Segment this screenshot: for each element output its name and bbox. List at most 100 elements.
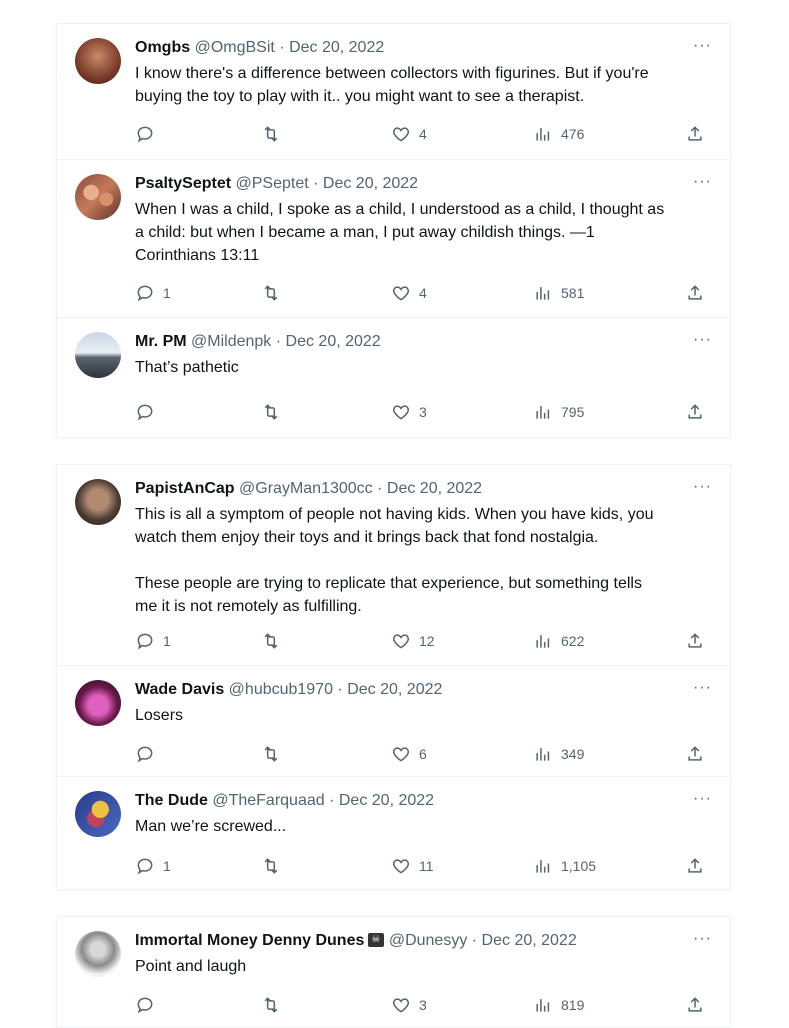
more-icon[interactable]: ··· [693, 678, 712, 698]
action-bar: 1 12 622 [135, 629, 710, 653]
share-button[interactable] [685, 400, 705, 424]
analytics-icon [536, 406, 550, 419]
tweet[interactable]: Mr. PM @Mildenpk · Dec 20, 2022 ··· That… [57, 317, 730, 438]
share-button[interactable] [685, 742, 705, 766]
avatar[interactable] [75, 791, 121, 837]
tweet-header: Immortal Money Denny Dunes @Dunesyy · De… [135, 931, 690, 951]
analytics-icon [536, 128, 550, 141]
retweet-button[interactable] [261, 122, 281, 146]
like-button[interactable]: 4 [391, 122, 427, 146]
share-button[interactable] [685, 281, 705, 305]
reply-button[interactable] [135, 993, 163, 1017]
share-button[interactable] [685, 993, 705, 1017]
display-name[interactable]: The Dude [135, 792, 208, 809]
reply-count: 1 [163, 633, 171, 649]
reply-icon [137, 997, 153, 1014]
handle[interactable]: @Dunesyy [389, 932, 468, 949]
more-icon[interactable]: ··· [693, 36, 712, 56]
timestamp[interactable]: Dec 20, 2022 [347, 681, 442, 698]
reply-icon [137, 285, 153, 302]
more-icon[interactable]: ··· [693, 789, 712, 809]
reply-icon [137, 746, 153, 763]
retweet-button[interactable] [261, 854, 281, 878]
avatar[interactable] [75, 680, 121, 726]
handle[interactable]: @GrayMan1300cc [239, 480, 373, 497]
more-icon[interactable]: ··· [693, 929, 712, 949]
share-icon [688, 858, 702, 873]
reply-button[interactable] [135, 122, 163, 146]
skull-flag-icon [368, 933, 385, 947]
retweet-button[interactable] [261, 742, 281, 766]
timestamp[interactable]: Dec 20, 2022 [323, 175, 418, 192]
reply-button[interactable] [135, 742, 163, 766]
tweet[interactable]: Immortal Money Denny Dunes @Dunesyy · De… [57, 917, 730, 1027]
display-name[interactable]: Omgbs [135, 39, 190, 56]
reply-icon [137, 633, 153, 650]
tweet[interactable]: Omgbs @OmgBSit · Dec 20, 2022 ··· I know… [57, 24, 730, 159]
share-button[interactable] [685, 122, 705, 146]
like-button[interactable]: 11 [391, 854, 434, 878]
tweet-header: The Dude @TheFarquaad · Dec 20, 2022 [135, 791, 690, 811]
views-button[interactable]: 622 [533, 629, 584, 653]
more-icon[interactable]: ··· [693, 172, 712, 192]
tweet[interactable]: Wade Davis @hubcub1970 · Dec 20, 2022 ··… [57, 665, 730, 777]
display-name[interactable]: PsaltySeptet [135, 175, 231, 192]
views-button[interactable]: 581 [533, 281, 584, 305]
like-button[interactable]: 6 [391, 742, 427, 766]
handle[interactable]: @hubcub1970 [229, 681, 333, 698]
timestamp[interactable]: Dec 20, 2022 [289, 39, 384, 56]
like-button[interactable]: 3 [391, 400, 427, 424]
timestamp[interactable]: Dec 20, 2022 [387, 480, 482, 497]
retweet-icon [264, 858, 278, 874]
share-button[interactable] [685, 854, 705, 878]
display-name[interactable]: Wade Davis [135, 681, 224, 698]
like-count: 12 [419, 633, 435, 649]
like-count: 3 [419, 997, 427, 1013]
tweet[interactable]: PsaltySeptet @PSeptet · Dec 20, 2022 ···… [57, 159, 730, 318]
share-button[interactable] [685, 629, 705, 653]
avatar[interactable] [75, 931, 121, 977]
reply-button[interactable]: 1 [135, 854, 171, 878]
retweet-button[interactable] [261, 400, 281, 424]
views-button[interactable]: 795 [533, 400, 584, 424]
reply-button[interactable] [135, 400, 163, 424]
tweet-text: I know there's a difference between coll… [135, 65, 649, 105]
display-name[interactable]: Immortal Money Denny Dunes [135, 932, 364, 949]
tweet[interactable]: The Dude @TheFarquaad · Dec 20, 2022 ···… [57, 776, 730, 890]
timestamp[interactable]: Dec 20, 2022 [286, 333, 381, 350]
views-button[interactable]: 1,105 [533, 854, 596, 878]
handle[interactable]: @OmgBSit [195, 39, 275, 56]
avatar[interactable] [75, 38, 121, 84]
separator: · [372, 480, 387, 497]
views-button[interactable]: 349 [533, 742, 584, 766]
views-button[interactable]: 476 [533, 122, 584, 146]
reply-button[interactable]: 1 [135, 281, 171, 305]
retweet-icon [264, 633, 278, 649]
display-name[interactable]: Mr. PM [135, 333, 187, 350]
display-name[interactable]: PapistAnCap [135, 480, 235, 497]
avatar[interactable] [75, 332, 121, 378]
more-icon[interactable]: ··· [693, 330, 712, 350]
handle[interactable]: @Mildenpk [191, 333, 271, 350]
retweet-button[interactable] [261, 281, 281, 305]
retweet-button[interactable] [261, 629, 281, 653]
handle[interactable]: @TheFarquaad [212, 792, 324, 809]
tweet-text: Man we’re screwed... [135, 818, 287, 835]
like-button[interactable]: 3 [391, 993, 427, 1017]
handle[interactable]: @PSeptet [236, 175, 309, 192]
tweet-header: Omgbs @OmgBSit · Dec 20, 2022 [135, 38, 690, 58]
like-button[interactable]: 4 [391, 281, 427, 305]
reply-button[interactable]: 1 [135, 629, 171, 653]
retweet-icon [264, 404, 278, 420]
views-button[interactable]: 819 [533, 993, 584, 1017]
like-button[interactable]: 12 [391, 629, 435, 653]
tweet[interactable]: PapistAnCap @GrayMan1300cc · Dec 20, 202… [57, 465, 730, 665]
separator: · [271, 333, 286, 350]
retweet-button[interactable] [261, 993, 281, 1017]
avatar[interactable] [75, 174, 121, 220]
timestamp[interactable]: Dec 20, 2022 [482, 932, 577, 949]
timestamp[interactable]: Dec 20, 2022 [339, 792, 434, 809]
more-icon[interactable]: ··· [693, 477, 712, 497]
like-count: 4 [419, 126, 427, 142]
avatar[interactable] [75, 479, 121, 525]
